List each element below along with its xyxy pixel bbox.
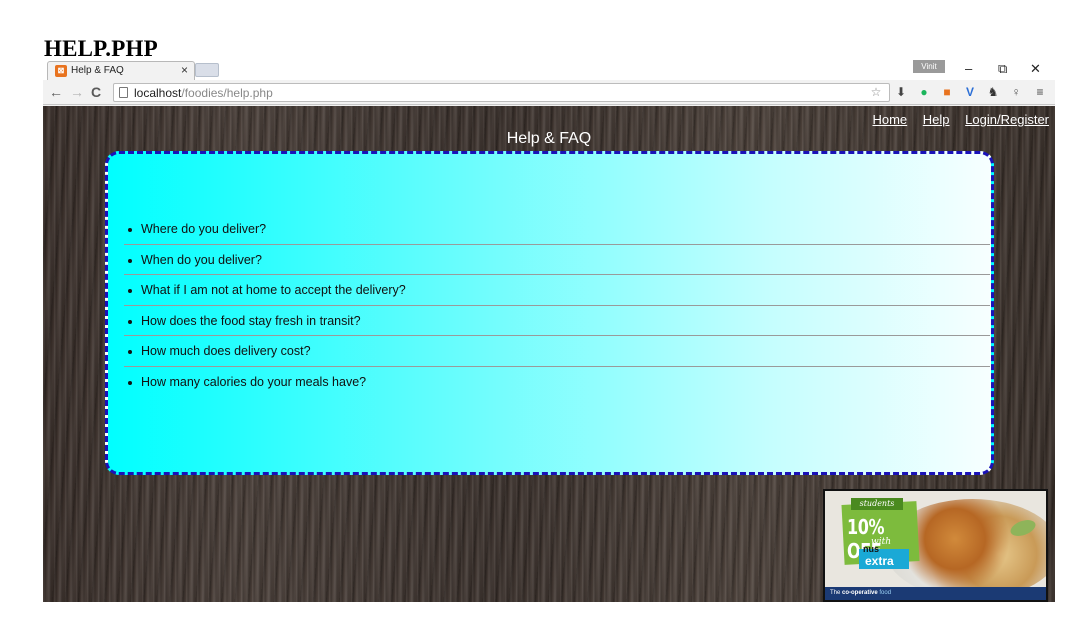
- browser-window: ⊠ Help & FAQ × Vinit – ⧉ ✕ ← → C localho…: [43, 59, 1055, 602]
- browser-toolbar: ← → C localhost/foodies/help.php ☆ ⬇ ● ■…: [43, 80, 1055, 105]
- back-button[interactable]: ←: [49, 84, 63, 100]
- minimize-button[interactable]: –: [965, 61, 972, 76]
- xampp-favicon-icon: ⊠: [55, 65, 67, 77]
- top-navigation: Home Help Login/Register: [860, 112, 1049, 127]
- ghost-icon[interactable]: ♞: [986, 85, 1000, 99]
- faq-item[interactable]: How does the food stay fresh in transit?: [124, 306, 990, 336]
- page-icon: [119, 87, 128, 98]
- url-text: localhost/foodies/help.php: [134, 86, 273, 100]
- nav-link-login-register[interactable]: Login/Register: [965, 112, 1049, 127]
- faq-item[interactable]: Where do you deliver?: [124, 214, 990, 245]
- faq-item[interactable]: What if I am not at home to accept the d…: [124, 275, 990, 306]
- menu-icon[interactable]: ≡: [1033, 85, 1047, 99]
- nav-link-help[interactable]: Help: [923, 112, 950, 127]
- faq-item[interactable]: When do you deliver?: [124, 245, 990, 275]
- nav-link-home[interactable]: Home: [872, 112, 907, 127]
- tab-strip: ⊠ Help & FAQ × Vinit – ⧉ ✕: [43, 59, 1055, 80]
- download-icon[interactable]: ⬇: [894, 85, 908, 99]
- tab-close-icon[interactable]: ×: [181, 63, 188, 77]
- profile-badge[interactable]: Vinit: [913, 60, 945, 73]
- green-circle-icon[interactable]: ●: [917, 85, 931, 99]
- forward-button[interactable]: →: [70, 84, 84, 100]
- faq-panel: Where do you deliver? When do you delive…: [105, 151, 994, 475]
- faq-list: Where do you deliver? When do you delive…: [124, 214, 990, 397]
- reload-button[interactable]: C: [91, 84, 101, 100]
- faq-item[interactable]: How many calories do your meals have?: [124, 367, 990, 398]
- new-tab-button[interactable]: [195, 63, 219, 77]
- page-title: Help & FAQ: [506, 130, 592, 147]
- close-window-button[interactable]: ✕: [1030, 61, 1041, 77]
- restore-button[interactable]: ⧉: [998, 61, 1007, 77]
- vivaldi-icon[interactable]: V: [963, 85, 977, 99]
- address-bar[interactable]: localhost/foodies/help.php: [113, 83, 890, 102]
- nus-extra-logo: nus extra: [859, 544, 909, 569]
- faq-item[interactable]: How much does delivery cost?: [124, 336, 990, 367]
- tab-title: Help & FAQ: [71, 65, 124, 76]
- ad-brand-footer: The co-operative food: [825, 587, 1046, 600]
- orange-icon[interactable]: ■: [940, 85, 954, 99]
- star-icon[interactable]: ☆: [869, 85, 883, 99]
- tab-help-faq[interactable]: ⊠ Help & FAQ ×: [47, 61, 195, 80]
- advertisement-banner[interactable]: students 10% OFF with nus extra The co-o…: [823, 489, 1048, 602]
- lightbulb-icon[interactable]: ♀: [1009, 85, 1023, 99]
- ad-students-label: students: [851, 498, 903, 510]
- page-viewport: Home Help Login/Register Help & FAQ Wher…: [43, 106, 1055, 602]
- extra-text: extra: [865, 554, 894, 568]
